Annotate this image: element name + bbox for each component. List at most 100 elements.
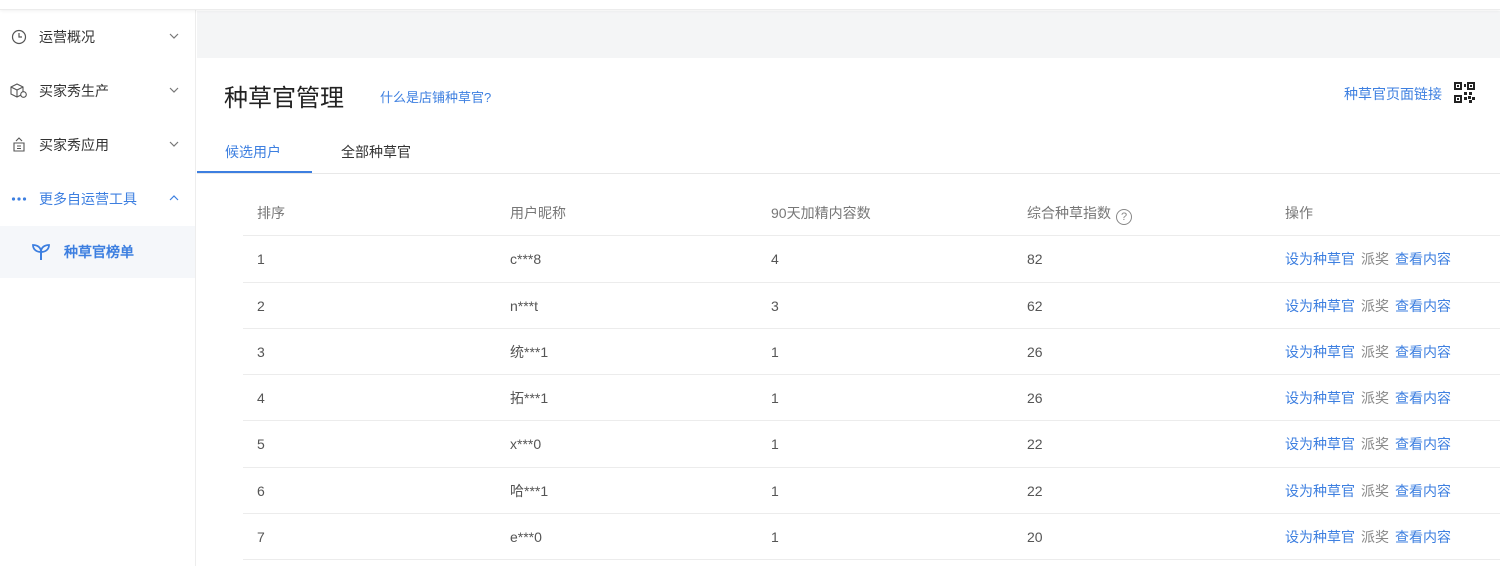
help-link[interactable]: 什么是店铺种草官? [380, 87, 491, 106]
column-header: 操作 [1285, 205, 1313, 221]
index-cell: 20 [1027, 529, 1043, 546]
index-cell: 62 [1027, 297, 1043, 314]
actions-cell: 设为种草官 派奖 查看内容 [1285, 329, 1451, 375]
table-row: 2 n***t 3 62 设为种草官 派奖 查看内容 [243, 283, 1500, 329]
actions-cell: 设为种草官 派奖 查看内容 [1285, 421, 1451, 467]
rank-cell: 4 [257, 390, 265, 407]
view-content-button[interactable]: 查看内容 [1395, 390, 1451, 406]
reward-button[interactable]: 派奖 [1361, 483, 1389, 499]
actions-cell: 设为种草官 派奖 查看内容 [1285, 514, 1451, 560]
index-cell: 22 [1027, 482, 1043, 499]
sidebar-item-overview[interactable]: 运营概况 [0, 10, 195, 64]
rank-cell: 1 [257, 251, 265, 268]
sidebar-item-label: 更多自运营工具 [39, 191, 137, 207]
nickname-cell: 哈***1 [510, 482, 549, 499]
reward-button[interactable]: 派奖 [1361, 529, 1389, 545]
tab-bar: 候选用户 全部种草官 [197, 136, 1500, 174]
actions-cell: 设为种草官 派奖 查看内容 [1285, 375, 1451, 421]
table-row: 3 统***1 1 26 设为种草官 派奖 查看内容 [243, 329, 1500, 376]
sidebar: 运营概况 买家秀生产 买家秀应用 更多自运营工具 种草官榜单 [0, 10, 196, 566]
index-cell: 26 [1027, 390, 1043, 407]
clock-icon [10, 28, 28, 46]
more-dots-icon [10, 190, 28, 208]
rank-cell: 3 [257, 343, 265, 360]
rank-cell: 5 [257, 436, 265, 453]
chevron-down-icon [169, 33, 179, 39]
chevron-down-icon [169, 141, 179, 147]
column-header: 综合种草指数? [1027, 190, 1132, 236]
reward-button[interactable]: 派奖 [1361, 298, 1389, 314]
store-icon [10, 136, 28, 154]
column-header: 90天加精内容数 [771, 205, 871, 221]
column-header: 排序 [257, 205, 285, 221]
actions-cell: 设为种草官 派奖 查看内容 [1285, 236, 1451, 282]
set-influencer-button[interactable]: 设为种草官 [1285, 344, 1355, 360]
reward-button[interactable]: 派奖 [1361, 251, 1389, 267]
reward-button[interactable]: 派奖 [1361, 390, 1389, 406]
sidebar-item-label: 买家秀生产 [39, 83, 109, 99]
main-content: 种草官管理 什么是店铺种草官? 种草官页面链接 候选用户 全部种草官 排序 用户… [197, 58, 1500, 566]
view-content-button[interactable]: 查看内容 [1395, 344, 1451, 360]
index-cell: 82 [1027, 251, 1043, 268]
view-content-button[interactable]: 查看内容 [1395, 298, 1451, 314]
sidebar-item-label: 运营概况 [39, 29, 95, 45]
influencer-table: 排序 用户昵称 90天加精内容数 综合种草指数? 操作 1 c***8 4 82 设为种… [243, 190, 1500, 561]
table-row: 1 c***8 4 82 设为种草官 派奖 查看内容 [243, 236, 1500, 283]
tab-active-indicator [197, 171, 312, 173]
sprout-icon [31, 242, 51, 262]
set-influencer-button[interactable]: 设为种草官 [1285, 251, 1355, 267]
actions-cell: 设为种草官 派奖 查看内容 [1285, 283, 1451, 329]
view-content-button[interactable]: 查看内容 [1395, 436, 1451, 452]
table-row: 6 哈***1 1 22 设为种草官 派奖 查看内容 [243, 468, 1500, 515]
sidebar-item-production[interactable]: 买家秀生产 [0, 64, 195, 118]
column-header-label: 综合种草指数 [1027, 205, 1111, 221]
column-header: 用户昵称 [510, 205, 566, 221]
tab-all-influencers[interactable]: 全部种草官 [341, 142, 411, 162]
table-header: 排序 用户昵称 90天加精内容数 综合种草指数? 操作 [243, 190, 1500, 237]
question-icon[interactable]: ? [1116, 209, 1132, 225]
view-content-button[interactable]: 查看内容 [1395, 251, 1451, 267]
chevron-down-icon [169, 87, 179, 93]
count-cell: 1 [771, 529, 779, 546]
set-influencer-button[interactable]: 设为种草官 [1285, 390, 1355, 406]
count-cell: 4 [771, 251, 779, 268]
actions-cell: 设为种草官 派奖 查看内容 [1285, 468, 1451, 514]
index-cell: 22 [1027, 436, 1043, 453]
set-influencer-button[interactable]: 设为种草官 [1285, 298, 1355, 314]
count-cell: 1 [771, 390, 779, 407]
view-content-button[interactable]: 查看内容 [1395, 483, 1451, 499]
count-cell: 1 [771, 482, 779, 499]
sidebar-item-more-tools[interactable]: 更多自运营工具 [0, 172, 195, 226]
set-influencer-button[interactable]: 设为种草官 [1285, 436, 1355, 452]
sidebar-subitem-ranking[interactable]: 种草官榜单 [0, 226, 195, 278]
qr-code-icon[interactable] [1454, 82, 1475, 103]
rank-cell: 7 [257, 529, 265, 546]
tab-candidates[interactable]: 候选用户 [225, 142, 281, 162]
set-influencer-button[interactable]: 设为种草官 [1285, 483, 1355, 499]
count-cell: 1 [771, 436, 779, 453]
reward-button[interactable]: 派奖 [1361, 344, 1389, 360]
set-influencer-button[interactable]: 设为种草官 [1285, 529, 1355, 545]
page-link[interactable]: 种草官页面链接 [1344, 84, 1442, 104]
sidebar-item-application[interactable]: 买家秀应用 [0, 118, 195, 172]
reward-button[interactable]: 派奖 [1361, 436, 1389, 452]
table-row: 7 e***0 1 20 设为种草官 派奖 查看内容 [243, 514, 1500, 561]
page-top-band [197, 11, 1500, 58]
nickname-cell: c***8 [510, 251, 542, 268]
rank-cell: 2 [257, 297, 265, 314]
nickname-cell: e***0 [510, 529, 542, 546]
nickname-cell: n***t [510, 297, 539, 314]
rank-cell: 6 [257, 482, 265, 499]
nickname-cell: 统***1 [510, 343, 549, 360]
box-gear-icon [10, 82, 28, 100]
sidebar-subitem-label: 种草官榜单 [64, 244, 134, 260]
count-cell: 3 [771, 297, 779, 314]
view-content-button[interactable]: 查看内容 [1395, 529, 1451, 545]
nickname-cell: x***0 [510, 436, 542, 453]
table-row: 4 拓***1 1 26 设为种草官 派奖 查看内容 [243, 375, 1500, 422]
sidebar-item-label: 买家秀应用 [39, 137, 109, 153]
table-row: 5 x***0 1 22 设为种草官 派奖 查看内容 [243, 421, 1500, 468]
count-cell: 1 [771, 343, 779, 360]
nickname-cell: 拓***1 [510, 390, 549, 407]
table-body: 1 c***8 4 82 设为种草官 派奖 查看内容 2 n***t 3 62 设为种草官 派奖 查看内容… [243, 236, 1500, 561]
